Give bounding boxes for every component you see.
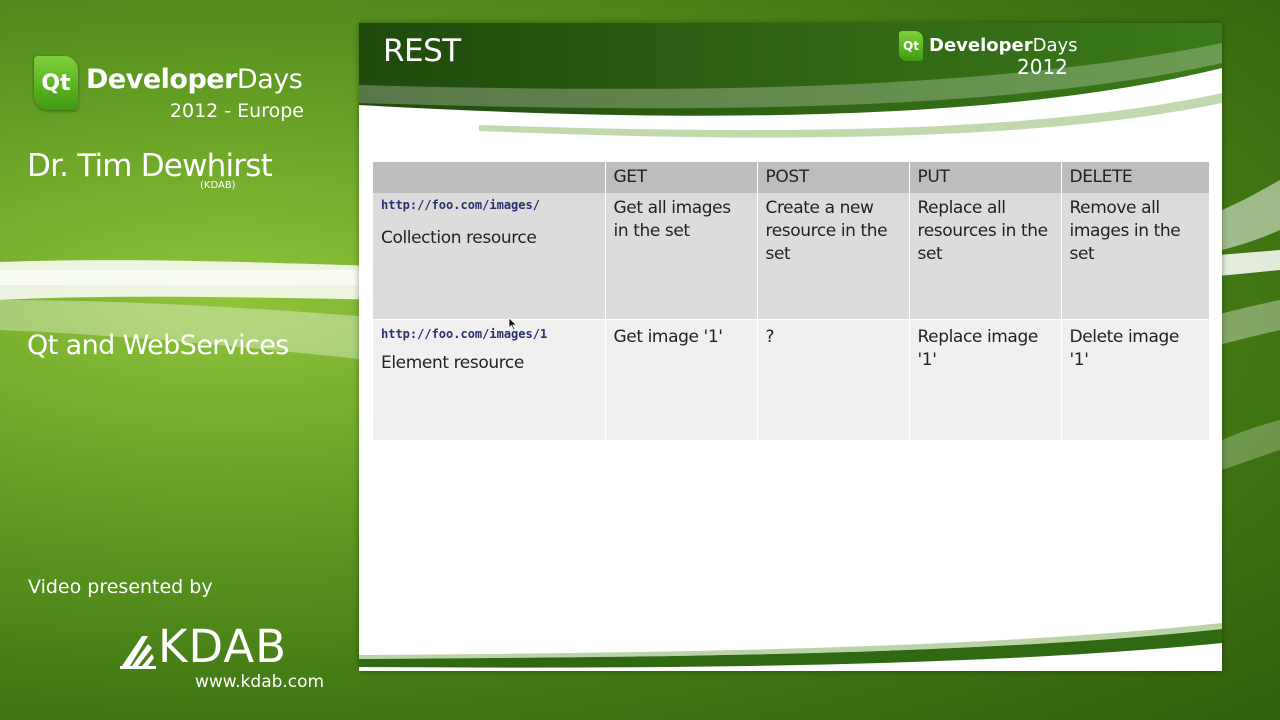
table-cell: Replace all resources in the set: [909, 193, 1062, 320]
table-header-post: POST: [757, 162, 910, 193]
table-header-get: GET: [605, 162, 758, 193]
resource-cell: http://foo.com/images/ Collection resour…: [373, 193, 606, 320]
table-row: http://foo.com/images/ Collection resour…: [373, 193, 1209, 320]
table-header-put: PUT: [909, 162, 1062, 193]
mouse-cursor-icon: [508, 317, 518, 331]
table-header-row: GET POST PUT DELETE: [373, 162, 1209, 193]
table-cell: Get all images in the set: [605, 193, 758, 320]
resource-cell: http://foo.com/images/1 Element resource: [373, 319, 606, 440]
kdab-url[interactable]: www.kdab.com: [195, 672, 324, 692]
table-cell: Create a new resource in the set: [757, 193, 910, 320]
resource-url: http://foo.com/images/1: [381, 327, 548, 341]
slide-footer-swoosh: [359, 623, 1222, 668]
slide-logo-wordmark: DeveloperDays: [929, 35, 1078, 56]
qt-logo-icon: Qt: [899, 31, 923, 61]
presenter-organization: (KDAB): [200, 180, 236, 191]
presentation-slide: REST Qt DeveloperDays 2012 GET POST PUT …: [359, 23, 1222, 671]
slide-developer-days-logo: Qt DeveloperDays 2012: [899, 29, 1099, 79]
table-row: http://foo.com/images/1 Element resource…: [373, 319, 1209, 440]
slide-title: REST: [383, 33, 461, 69]
rest-methods-table: GET POST PUT DELETE http://foo.com/image…: [373, 162, 1209, 440]
qt-logo-icon: Qt: [34, 56, 78, 110]
kdab-wordmark: KDAB: [158, 620, 288, 673]
presenter-name: Dr. Tim Dewhirst: [27, 148, 273, 184]
developer-days-logo: Qt DeveloperDays 2012 - Europe: [34, 56, 304, 126]
developer-days-wordmark: DeveloperDays: [86, 64, 303, 95]
table-cell: Remove all images in the set: [1061, 193, 1209, 320]
table-cell: ?: [757, 319, 910, 440]
table-header-delete: DELETE: [1061, 162, 1209, 193]
kdab-logo: KDAB: [118, 622, 308, 672]
talk-title: Qt and WebServices: [27, 330, 289, 361]
table-cell: Replace image '1': [909, 319, 1062, 440]
edition-label: 2012 - Europe: [169, 100, 304, 122]
resource-url: http://foo.com/images/: [381, 198, 540, 212]
resource-label: Collection resource: [381, 228, 537, 248]
table-cell: Delete image '1': [1061, 319, 1209, 440]
presented-by-label: Video presented by: [28, 576, 213, 598]
table-cell: Get image '1': [605, 319, 758, 440]
table-header-empty: [373, 162, 606, 193]
slide-logo-year: 2012: [1017, 55, 1068, 79]
resource-label: Element resource: [381, 353, 524, 373]
kdab-logo-icon: [120, 636, 156, 669]
